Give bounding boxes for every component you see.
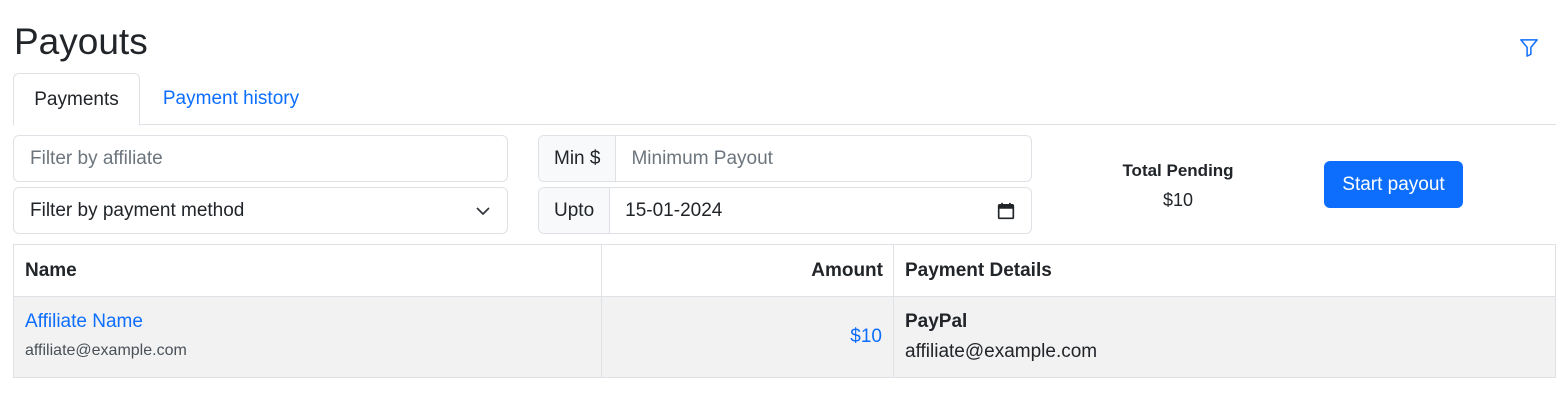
min-payout-group: Min $: [538, 135, 1032, 182]
affiliate-filter-input[interactable]: [14, 136, 507, 181]
total-pending: Total Pending $10: [1100, 158, 1256, 216]
tab-payments[interactable]: Payments: [13, 73, 140, 126]
name-cell: Affiliate Name affiliate@example.com: [13, 296, 602, 378]
tab-payment-history[interactable]: Payment history: [141, 73, 321, 125]
payment-details-cell: PayPal affiliate@example.com: [893, 296, 1556, 378]
calendar-icon[interactable]: [981, 188, 1031, 233]
amount-cell: $10: [601, 296, 894, 378]
upto-date-group: Upto 15-01-2024: [538, 187, 1032, 234]
amount-column-header: Amount: [601, 244, 894, 297]
start-payout-button[interactable]: Start payout: [1324, 161, 1463, 208]
affiliate-email: affiliate@example.com: [25, 342, 187, 359]
total-pending-value: $10: [1162, 190, 1194, 210]
affiliate-name-link[interactable]: Affiliate Name: [25, 308, 590, 336]
upto-addon-label: Upto: [539, 188, 611, 233]
page-title: Payouts: [14, 21, 148, 62]
payouts-page: Payouts Payments Payment history Filter …: [0, 0, 1566, 413]
payment-method-detail: affiliate@example.com: [905, 341, 1098, 362]
min-payout-input[interactable]: [616, 136, 1031, 181]
filter-funnel-icon: [1520, 39, 1538, 57]
min-addon-label: Min $: [539, 136, 617, 181]
payment-method-select[interactable]: Filter by payment method: [13, 187, 508, 234]
payment-method-name: PayPal: [905, 311, 968, 332]
affiliate-filter-field: [13, 135, 508, 182]
table-header-row: Name Amount Payment Details: [13, 244, 1556, 297]
filter-icon[interactable]: [1516, 35, 1542, 61]
total-pending-label: Total Pending: [1122, 161, 1234, 180]
payment-details-column-header: Payment Details: [893, 244, 1556, 297]
amount-link[interactable]: $10: [850, 326, 882, 347]
calendar-glyph: [997, 202, 1015, 219]
upto-date-input[interactable]: 15-01-2024: [610, 188, 981, 233]
tabs-bar: Payments Payment history: [13, 73, 1556, 126]
payment-method-select-value: Filter by payment method: [30, 199, 245, 221]
payouts-table: Name Amount Payment Details Affiliate Na…: [13, 244, 1556, 378]
chevron-down-icon: [476, 207, 490, 215]
name-column-header: Name: [13, 244, 602, 297]
table-row: Affiliate Name affiliate@example.com $10…: [13, 296, 1556, 378]
